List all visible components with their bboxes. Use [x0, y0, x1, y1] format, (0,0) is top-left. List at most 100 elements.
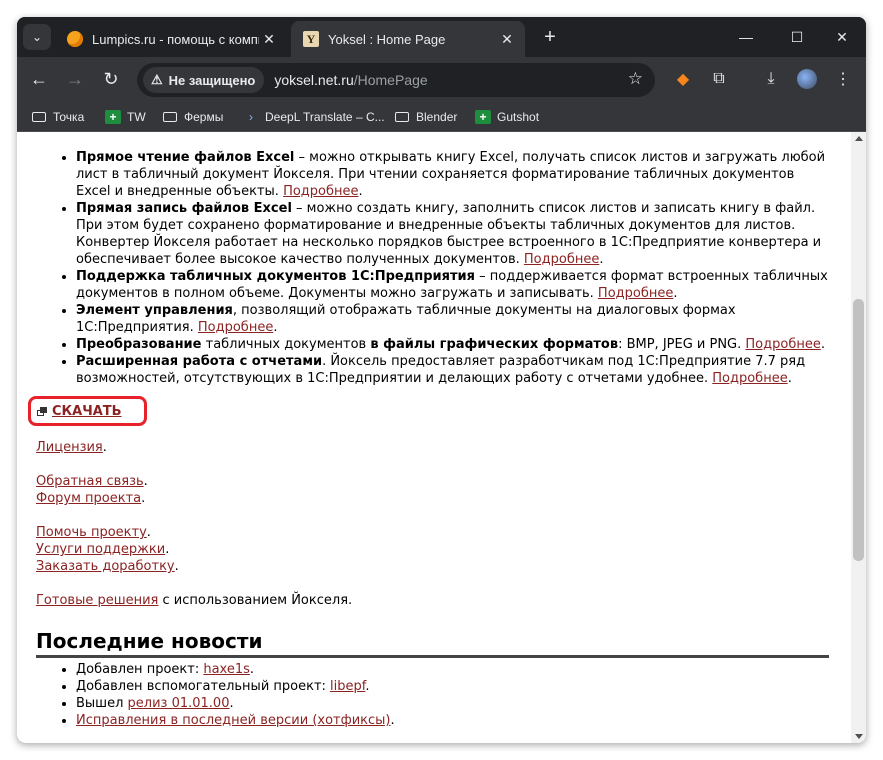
- period: .: [273, 320, 278, 335]
- tab-search-button[interactable]: ⌄: [23, 24, 51, 50]
- support-services-link[interactable]: Услуги поддержки: [36, 542, 165, 557]
- more-link[interactable]: Подробнее: [283, 184, 358, 199]
- metamask-extension-icon[interactable]: ◆: [669, 65, 697, 93]
- bookmark-gutshot[interactable]: + Gutshot: [475, 106, 539, 128]
- support-row: Услуги поддержки.: [36, 542, 170, 557]
- minimize-button[interactable]: —: [726, 23, 766, 51]
- solutions-suffix: с использованием Йокселя.: [158, 593, 353, 608]
- help-project-link[interactable]: Помочь проекту: [36, 525, 147, 540]
- news-link[interactable]: libepf: [330, 679, 365, 694]
- feedback-row: Обратная связь.: [36, 474, 148, 489]
- download-icon[interactable]: ⤓: [757, 65, 785, 93]
- period: .: [365, 679, 370, 694]
- scroll-down-icon[interactable]: [855, 734, 863, 739]
- address-bar[interactable]: ⚠ Не защищено yoksel.net.ru/HomePage ☆: [137, 63, 655, 97]
- scroll-up-icon[interactable]: [855, 136, 863, 141]
- yoksel-favicon-icon: Y: [303, 31, 319, 47]
- more-link[interactable]: Подробнее: [598, 286, 673, 301]
- feature-item: Прямое чтение файлов Excel – можно откры…: [76, 149, 829, 200]
- folder-icon: [31, 110, 47, 124]
- feedback-link[interactable]: Обратная связь: [36, 474, 144, 489]
- forum-link[interactable]: Форум проекта: [36, 491, 141, 506]
- feature-title-2: в файлы графических форматов: [370, 337, 619, 352]
- toolbar: ← → ↻ ⚠ Не защищено yoksel.net.ru/HomePa…: [17, 57, 866, 102]
- news-text: Добавлен проект:: [76, 662, 204, 677]
- maximize-button[interactable]: ☐: [777, 23, 817, 51]
- menu-kebab-icon[interactable]: ⋮: [829, 65, 857, 93]
- period: .: [390, 713, 395, 728]
- bookmarks-bar: Точка + TW Фермы › DeepL Translate – C..…: [17, 102, 866, 132]
- url-text[interactable]: yoksel.net.ru/HomePage: [274, 72, 427, 88]
- bookmark-tw[interactable]: + TW: [105, 106, 146, 128]
- license-link[interactable]: Лицензия: [36, 440, 103, 455]
- tab-close-icon[interactable]: ✕: [259, 31, 279, 48]
- period: .: [787, 371, 792, 386]
- news-item: Добавлен вспомогательный проект: libepf.: [76, 678, 395, 695]
- ready-solutions-link[interactable]: Готовые решения: [36, 593, 158, 608]
- folder-icon: [394, 110, 410, 124]
- feature-text: табличных документов: [201, 337, 371, 352]
- help-row: Помочь проекту.: [36, 525, 151, 540]
- order-improvement-link[interactable]: Заказать доработку: [36, 559, 175, 574]
- period: .: [229, 696, 234, 711]
- period: .: [358, 184, 363, 199]
- bookmark-star-icon[interactable]: ☆: [628, 69, 643, 89]
- more-link[interactable]: Подробнее: [712, 371, 787, 386]
- feature-title: Прямое чтение файлов Excel: [76, 150, 295, 165]
- period: .: [673, 286, 678, 301]
- feature-item: Элемент управления, позволящий отображат…: [76, 302, 829, 336]
- bookmark-label: Фермы: [184, 110, 224, 124]
- back-button[interactable]: ←: [25, 65, 53, 93]
- feature-title: Преобразование: [76, 337, 202, 352]
- feature-item: Прямая запись файлов Excel – можно созда…: [76, 200, 829, 268]
- reload-button[interactable]: ↻: [97, 65, 125, 93]
- bookmark-label: TW: [127, 110, 146, 124]
- license-row: Лицензия.: [36, 440, 107, 455]
- green-plus-icon: +: [475, 110, 491, 124]
- forward-button[interactable]: →: [61, 65, 89, 93]
- security-chip[interactable]: ⚠ Не защищено: [143, 67, 265, 93]
- bookmark-fermy[interactable]: Фермы: [162, 106, 223, 128]
- download-link-row[interactable]: СКАЧАТЬ: [37, 404, 122, 419]
- tab-strip: ⌄ Lumpics.ru - помощь с компь ✕ Y Yoksel…: [17, 17, 866, 57]
- scrollbar-thumb[interactable]: [853, 299, 864, 561]
- tab-lumpics[interactable]: Lumpics.ru - помощь с компь ✕: [55, 21, 287, 57]
- bookmark-label: Blender: [416, 110, 458, 124]
- feature-item: Преобразование табличных документов в фа…: [76, 336, 829, 353]
- folder-icon: [162, 110, 178, 124]
- url-host: yoksel.net.ru: [274, 72, 354, 88]
- green-plus-icon: +: [105, 110, 121, 124]
- news-link[interactable]: haxe1s: [203, 662, 250, 677]
- extensions-puzzle-icon[interactable]: ⧉: [705, 65, 733, 93]
- news-link[interactable]: Исправления в последней версии (хотфиксы…: [76, 713, 391, 728]
- profile-avatar[interactable]: [793, 65, 821, 93]
- news-item: Добавлен проект: haxe1s.: [76, 661, 395, 678]
- warning-icon: ⚠: [151, 72, 163, 87]
- bookmark-deepl[interactable]: › DeepL Translate – C...: [243, 106, 385, 128]
- window-icon: [37, 407, 47, 416]
- more-link[interactable]: Подробнее: [745, 337, 820, 352]
- vertical-scrollbar[interactable]: [851, 132, 866, 743]
- tab-close-icon[interactable]: ✕: [497, 31, 517, 48]
- feature-title: Поддержка табличных документов 1С:Предпр…: [76, 269, 475, 284]
- period: .: [599, 252, 604, 267]
- bookmark-label: Gutshot: [497, 110, 540, 124]
- news-heading: Последние новости: [36, 629, 829, 658]
- bookmark-label: DeepL Translate – C...: [265, 110, 385, 124]
- news-item: Вышел релиз 01.01.00.: [76, 695, 395, 712]
- more-link[interactable]: Подробнее: [198, 320, 273, 335]
- news-text: Добавлен вспомогательный проект:: [76, 679, 331, 694]
- period: .: [249, 662, 255, 677]
- news-link[interactable]: релиз 01.01.00: [128, 696, 230, 711]
- bookmark-tochka[interactable]: Точка: [31, 106, 84, 128]
- download-link[interactable]: СКАЧАТЬ: [52, 404, 122, 419]
- solutions-row: Готовые решения с использованием Йокселя…: [36, 592, 352, 609]
- tab-yoksel[interactable]: Y Yoksel : Home Page ✕: [291, 21, 525, 57]
- new-tab-button[interactable]: +: [537, 24, 563, 50]
- more-link[interactable]: Подробнее: [524, 252, 599, 267]
- feature-text-2: : BMP, JPEG и PNG.: [618, 337, 746, 352]
- news-item: Исправления в последней версии (хотфиксы…: [76, 712, 395, 729]
- close-window-button[interactable]: ✕: [822, 23, 862, 51]
- bookmark-blender[interactable]: Blender: [394, 106, 457, 128]
- order-row: Заказать доработку.: [36, 559, 179, 574]
